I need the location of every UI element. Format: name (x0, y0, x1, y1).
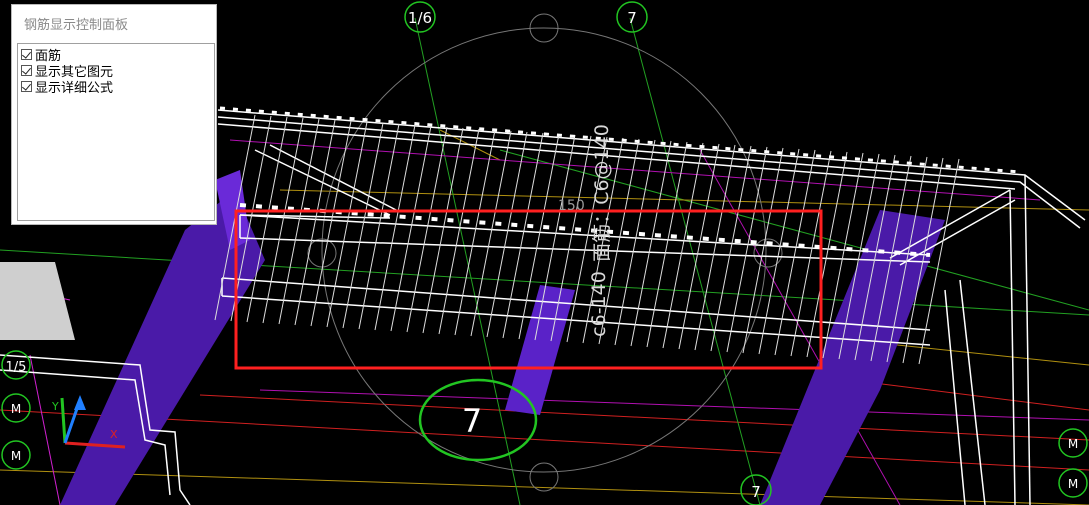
axis-label-7-center: 7 (462, 402, 482, 440)
rebar-label-spacing: c6-140 (588, 271, 610, 337)
ucs-y-label: Y (51, 400, 59, 413)
grey-block (0, 262, 75, 340)
panel-title: 钢筋显示控制面板 (24, 18, 129, 33)
axis-label-m-1: M (11, 402, 21, 416)
axis-label-1-5: 1/5 (6, 360, 27, 375)
show-detailed-formula-label: 显示详细公式 (35, 80, 114, 96)
rebar-display-control-panel: 钢筋显示控制面板 面筋 显示其它图元 显示详细公式 (11, 4, 217, 225)
axis-label-m-3: M (1068, 437, 1078, 451)
face-rebar-checkbox[interactable] (21, 48, 32, 60)
option-show-detailed-formula[interactable]: 显示详细公式 (21, 78, 114, 96)
section-circle (321, 27, 767, 473)
axis-label-m-2: M (11, 449, 21, 463)
axis-label-m-4: M (1068, 477, 1078, 491)
axis-label-7-top: 7 (627, 9, 637, 27)
axis-bubble-bottom (529, 462, 559, 492)
dimension-150: 150 (558, 198, 585, 214)
panel-options-list: 面筋 显示其它图元 显示详细公式 (17, 43, 215, 221)
show-other-elements-checkbox[interactable] (21, 64, 32, 76)
axis-label-1-6: 1/6 (408, 9, 432, 27)
ucs-x-label: X (110, 428, 118, 441)
axis-label-7-bottom: 7 (751, 483, 761, 501)
show-detailed-formula-checkbox[interactable] (21, 80, 32, 92)
